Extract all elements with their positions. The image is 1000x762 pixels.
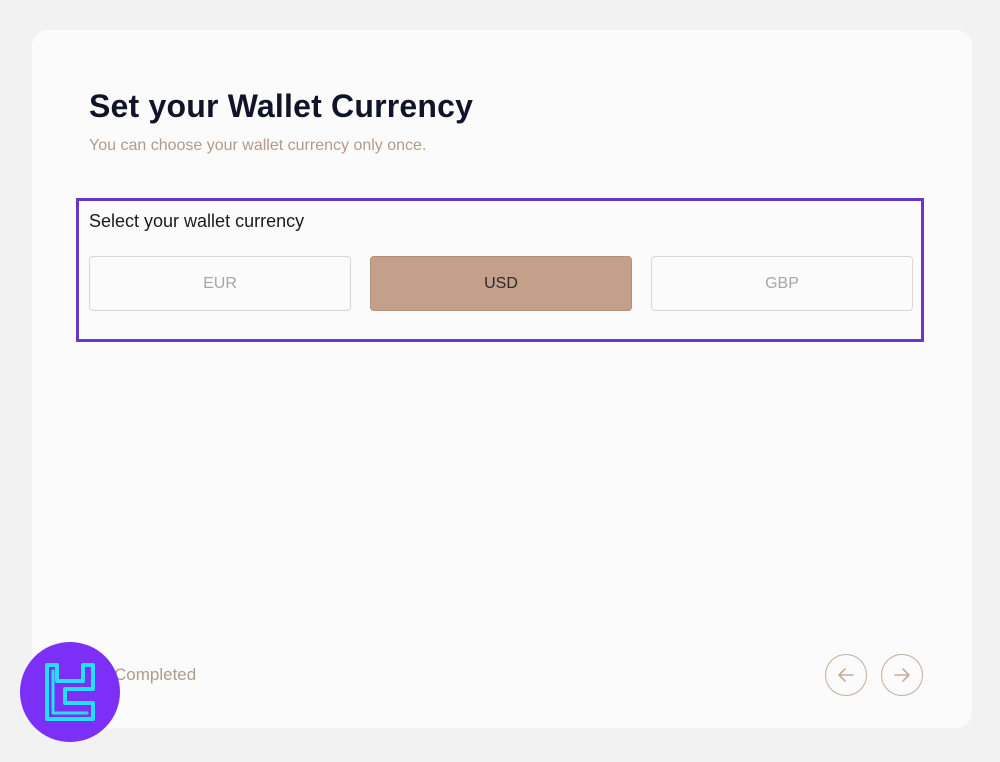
next-button[interactable] xyxy=(881,654,923,696)
page-subtitle: You can choose your wallet currency only… xyxy=(89,137,427,154)
currency-option-eur[interactable]: EUR xyxy=(89,256,351,311)
brand-logo-icon xyxy=(45,663,95,721)
arrow-left-icon xyxy=(838,668,854,682)
progress-status: Completed xyxy=(114,665,197,684)
currency-option-gbp[interactable]: GBP xyxy=(651,256,913,311)
arrow-right-icon xyxy=(894,668,910,682)
currency-select-label: Select your wallet currency xyxy=(89,211,305,231)
page-title: Set your Wallet Currency xyxy=(89,88,474,124)
brand-logo xyxy=(20,642,120,742)
previous-button[interactable] xyxy=(825,654,867,696)
wallet-currency-card xyxy=(32,30,972,728)
currency-option-usd[interactable]: USD xyxy=(370,256,632,311)
